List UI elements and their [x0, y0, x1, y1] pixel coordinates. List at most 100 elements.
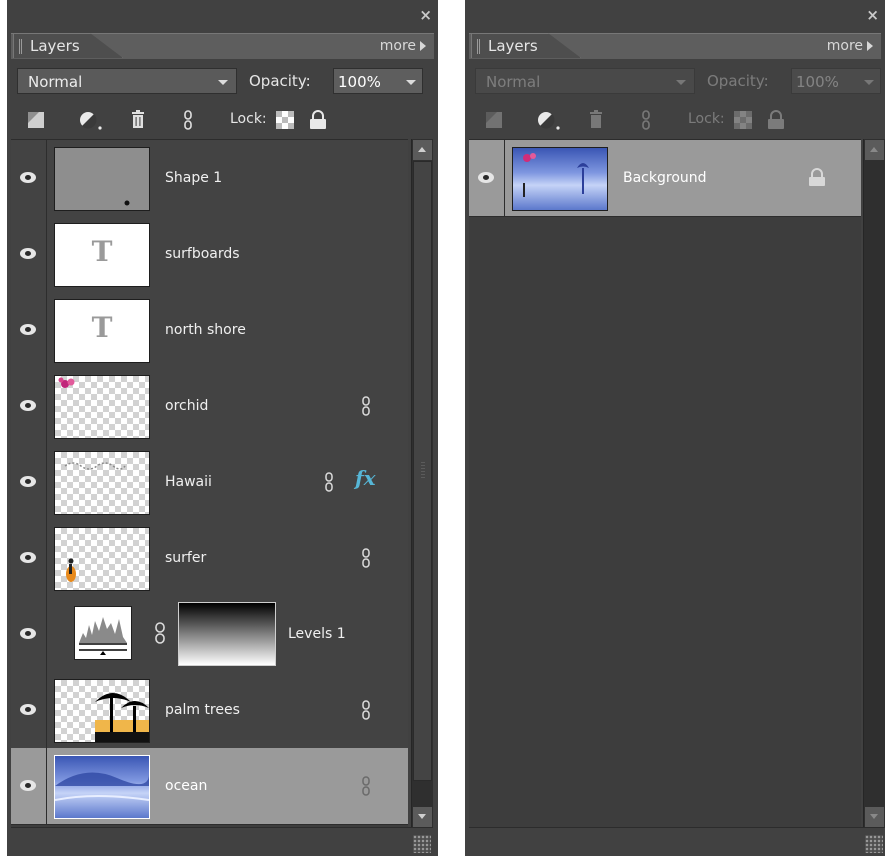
- layers-scrollbar[interactable]: [411, 139, 433, 828]
- lock-transparency-icon[interactable]: [732, 109, 754, 131]
- lock-transparency-icon[interactable]: [274, 109, 296, 131]
- tab-layers-label: Layers: [30, 37, 80, 55]
- eye-icon[interactable]: [20, 552, 36, 563]
- layer-name[interactable]: Background: [623, 140, 707, 216]
- layer-thumbnail[interactable]: [54, 451, 150, 515]
- visibility-toggle[interactable]: [11, 596, 47, 672]
- new-layer-icon[interactable]: [25, 109, 47, 131]
- visibility-toggle[interactable]: [11, 520, 47, 596]
- text-layer-glyph: T: [91, 311, 113, 344]
- layer-link-icon[interactable]: [361, 396, 371, 416]
- chevron-down-icon: [676, 80, 686, 85]
- visibility-toggle[interactable]: [11, 444, 47, 520]
- layer-row[interactable]: Shape 1: [11, 140, 408, 217]
- layer-name[interactable]: orchid: [165, 368, 208, 444]
- layers-panel-right: × Layers more Normal Opacity: 100% Lock:…: [465, 0, 885, 856]
- scroll-up-button[interactable]: [413, 140, 432, 160]
- adjustment-layer-icon[interactable]: [77, 109, 107, 131]
- layer-link-icon[interactable]: [324, 472, 334, 492]
- layer-thumbnail[interactable]: [54, 147, 150, 211]
- link-icon[interactable]: [635, 109, 657, 131]
- layer-link-icon[interactable]: [361, 776, 371, 796]
- layer-row[interactable]: ocean: [11, 748, 408, 825]
- text-layer-glyph: T: [91, 235, 113, 268]
- layer-row[interactable]: orchid: [11, 368, 408, 445]
- eye-icon[interactable]: [20, 476, 36, 487]
- opacity-input[interactable]: 100%: [333, 68, 423, 94]
- scroll-up-icon: [870, 147, 878, 152]
- blend-mode-select[interactable]: Normal: [17, 68, 237, 94]
- scroll-thumb[interactable]: [413, 161, 432, 781]
- resize-grip-icon[interactable]: [413, 835, 431, 853]
- resize-grip-icon[interactable]: [865, 835, 883, 853]
- eye-icon[interactable]: [20, 324, 36, 335]
- layer-name[interactable]: Hawaii: [165, 444, 212, 520]
- layer-row[interactable]: Tnorth shore: [11, 292, 408, 369]
- layer-name[interactable]: surfer: [165, 520, 206, 596]
- layer-thumbnail[interactable]: T: [54, 299, 150, 363]
- layer-link-icon[interactable]: [361, 548, 371, 568]
- visibility-toggle[interactable]: [11, 672, 47, 748]
- adjustment-layer-icon[interactable]: [535, 109, 565, 131]
- layer-row[interactable]: Background: [469, 140, 861, 217]
- layer-name[interactable]: Shape 1: [165, 140, 222, 216]
- trash-icon[interactable]: [127, 109, 149, 131]
- visibility-toggle[interactable]: [11, 368, 47, 444]
- chevron-down-icon[interactable]: [864, 80, 874, 85]
- layer-name[interactable]: ocean: [165, 748, 207, 824]
- layer-row[interactable]: Levels 1: [11, 596, 408, 673]
- layer-thumbnail[interactable]: [54, 527, 150, 591]
- layer-name[interactable]: north shore: [165, 292, 246, 368]
- layer-thumbnail[interactable]: [54, 375, 150, 439]
- layer-row[interactable]: Tsurfboards: [11, 216, 408, 293]
- visibility-toggle[interactable]: [11, 216, 47, 292]
- eye-icon[interactable]: [20, 172, 36, 183]
- layer-thumbnail[interactable]: [54, 755, 150, 819]
- mask-link-icon[interactable]: [154, 621, 166, 645]
- visibility-toggle[interactable]: [11, 292, 47, 368]
- link-icon[interactable]: [177, 109, 199, 131]
- layer-row[interactable]: surfer: [11, 520, 408, 597]
- tab-layers[interactable]: Layers: [13, 33, 123, 58]
- eye-icon[interactable]: [478, 172, 494, 183]
- layer-mask-thumbnail[interactable]: [178, 602, 276, 666]
- tab-bar: Layers more: [11, 33, 434, 59]
- layer-thumbnail[interactable]: [512, 147, 608, 211]
- scroll-down-button[interactable]: [865, 807, 884, 827]
- more-menu-button[interactable]: more: [827, 34, 873, 59]
- layer-row[interactable]: Hawaii fx: [11, 444, 408, 521]
- new-layer-icon[interactable]: [483, 109, 505, 131]
- more-menu-button[interactable]: more: [380, 34, 426, 59]
- grip-icon[interactable]: [19, 39, 23, 54]
- tab-layers[interactable]: Layers: [471, 33, 581, 58]
- close-icon[interactable]: ×: [419, 6, 432, 24]
- visibility-toggle[interactable]: [469, 140, 505, 216]
- layer-name[interactable]: Levels 1: [288, 596, 346, 672]
- layer-name[interactable]: palm trees: [165, 672, 240, 748]
- eye-icon[interactable]: [20, 400, 36, 411]
- fx-icon[interactable]: fx: [355, 466, 376, 490]
- lock-all-icon[interactable]: [307, 109, 329, 131]
- opacity-input[interactable]: 100%: [791, 68, 881, 94]
- close-icon[interactable]: ×: [866, 6, 879, 24]
- opacity-label: Opacity:: [249, 72, 311, 90]
- layers-scrollbar[interactable]: [863, 139, 885, 828]
- layer-thumbnail[interactable]: T: [54, 223, 150, 287]
- scroll-up-button[interactable]: [865, 140, 884, 160]
- eye-icon[interactable]: [20, 628, 36, 639]
- scroll-down-button[interactable]: [413, 807, 432, 827]
- lock-all-icon[interactable]: [765, 109, 787, 131]
- chevron-down-icon[interactable]: [406, 80, 416, 85]
- layer-name[interactable]: surfboards: [165, 216, 240, 292]
- layer-thumbnail[interactable]: [54, 679, 150, 743]
- eye-icon[interactable]: [20, 780, 36, 791]
- layer-link-icon[interactable]: [361, 700, 371, 720]
- eye-icon[interactable]: [20, 248, 36, 259]
- layer-row[interactable]: palm trees: [11, 672, 408, 749]
- grip-icon[interactable]: [477, 39, 481, 54]
- eye-icon[interactable]: [20, 704, 36, 715]
- trash-icon[interactable]: [585, 109, 607, 131]
- visibility-toggle[interactable]: [11, 748, 47, 824]
- blend-mode-select[interactable]: Normal: [475, 68, 695, 94]
- visibility-toggle[interactable]: [11, 140, 47, 216]
